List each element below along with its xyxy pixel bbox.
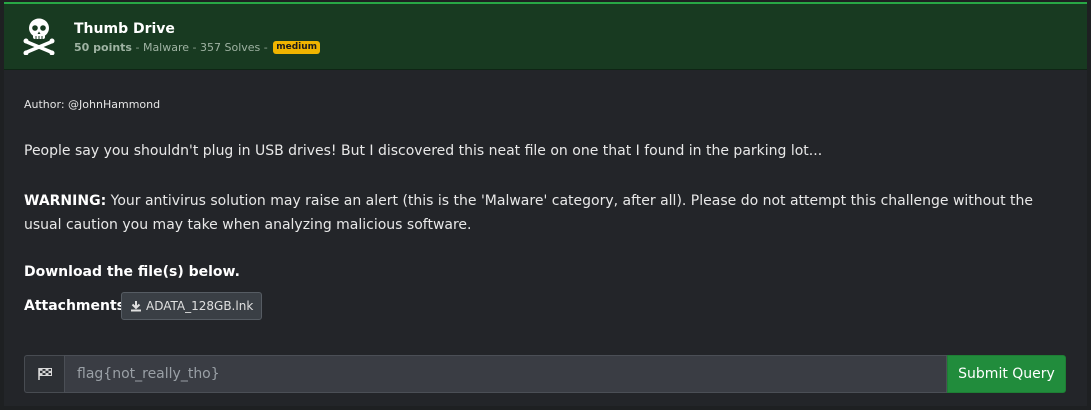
warning-label: WARNING: — [24, 193, 107, 209]
checkered-flag-icon — [24, 355, 64, 393]
difficulty-badge: medium — [273, 41, 321, 54]
skull-crossbones-icon — [22, 17, 56, 56]
challenge-title: Thumb Drive — [74, 21, 175, 37]
warning-paragraph: WARNING: Your antivirus solution may rai… — [24, 189, 1074, 237]
challenge-card: Thumb Drive 50 points - Malware - 357 So… — [4, 2, 1087, 406]
challenge-solves: 357 Solves — [200, 41, 261, 54]
attachment-download-button[interactable]: ADATA_128GB.lnk — [121, 292, 263, 320]
challenge-header: Thumb Drive 50 points - Malware - 357 So… — [4, 4, 1087, 70]
download-icon — [130, 300, 142, 312]
challenge-description: People say you shouldn't plug in USB dri… — [24, 143, 823, 159]
challenge-category: Malware — [142, 41, 190, 54]
meta-separator: - — [260, 41, 272, 54]
challenge-points: 50 points — [74, 41, 132, 54]
attachments-label: Attachments: — [24, 298, 131, 314]
meta-separator: - — [189, 41, 200, 54]
attachment-filename: ADATA_128GB.lnk — [146, 299, 254, 313]
warning-text: Your antivirus solution may raise an ale… — [24, 193, 1034, 233]
flag-submit-form: Submit Query — [24, 355, 1066, 393]
author-line: Author: @JohnHammond — [24, 98, 161, 111]
challenge-meta: 50 points - Malware - 357 Solves - mediu… — [74, 41, 321, 54]
download-heading: Download the file(s) below. — [24, 264, 240, 280]
submit-query-button[interactable]: Submit Query — [947, 355, 1066, 393]
meta-separator: - — [131, 41, 143, 54]
flag-input[interactable] — [64, 355, 947, 393]
